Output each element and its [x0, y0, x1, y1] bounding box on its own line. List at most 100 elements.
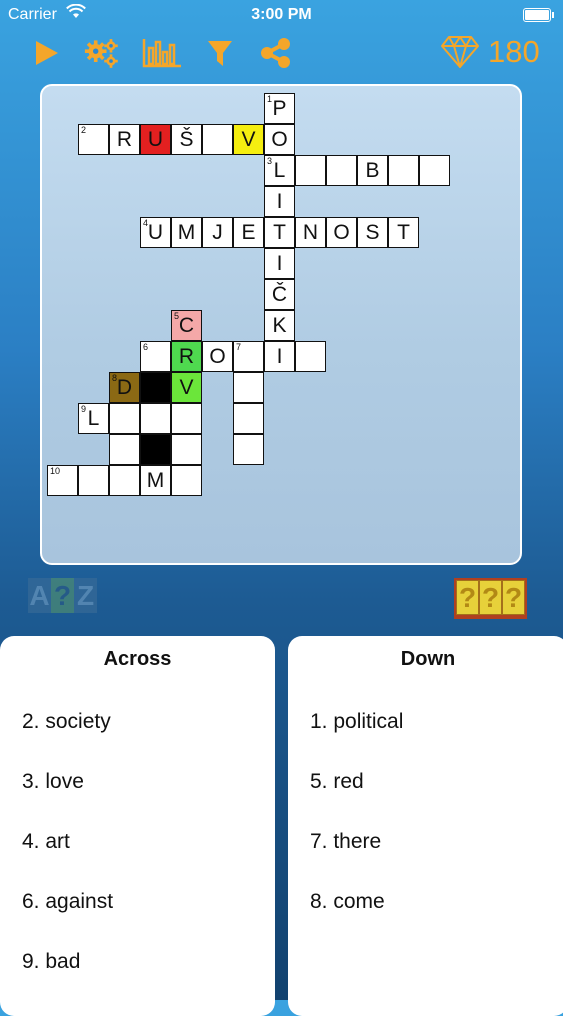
across-clues-panel: Across 2. society 3. love 4. art 6. agai…	[0, 636, 275, 1016]
across-clue-item[interactable]: 2. society	[22, 710, 113, 770]
crossword-cell[interactable]: R	[171, 341, 202, 372]
cell-letter: D	[116, 375, 133, 399]
crossword-cell[interactable]	[295, 155, 326, 186]
crossword-cell[interactable]: V	[233, 124, 264, 155]
crossword-cell[interactable]: V	[171, 372, 202, 403]
crossword-cell[interactable]	[171, 465, 202, 496]
crossword-cell[interactable]	[109, 403, 140, 434]
cell-letter: O	[333, 220, 350, 244]
cell-letter: R	[178, 344, 195, 368]
crossword-cell[interactable]: 4U	[140, 217, 171, 248]
cell-letter: T	[273, 220, 286, 244]
crossword-cell[interactable]	[140, 372, 171, 403]
cell-letter: J	[212, 220, 223, 244]
across-clue-item[interactable]: 4. art	[22, 830, 113, 890]
crossword-cell[interactable]: 10	[47, 465, 78, 496]
crossword-cell[interactable]	[140, 403, 171, 434]
cell-letter: O	[209, 344, 226, 368]
score-value: 180	[488, 34, 540, 69]
cell-letter: T	[397, 220, 410, 244]
crossword-cell[interactable]	[388, 155, 419, 186]
crossword-cell[interactable]: N	[295, 217, 326, 248]
cell-letter: C	[178, 313, 195, 337]
crossword-cell[interactable]	[202, 124, 233, 155]
crossword-cell[interactable]	[233, 403, 264, 434]
crossword-cell[interactable]	[233, 434, 264, 465]
crossword-cell[interactable]	[295, 341, 326, 372]
crossword-cell[interactable]	[419, 155, 450, 186]
crossword-cell[interactable]: 7	[233, 341, 264, 372]
play-icon[interactable]	[28, 36, 64, 70]
cell-letter: V	[241, 127, 256, 151]
crossword-cell[interactable]	[171, 403, 202, 434]
crossword-cell[interactable]: T	[264, 217, 295, 248]
crossword-cell[interactable]: K	[264, 310, 295, 341]
crossword-cell[interactable]	[171, 434, 202, 465]
crossword-cell[interactable]	[109, 465, 140, 496]
down-clue-item[interactable]: 7. there	[310, 830, 403, 890]
crossword-cell[interactable]: U	[140, 124, 171, 155]
crossword-cell[interactable]: 6	[140, 341, 171, 372]
down-clue-item[interactable]: 8. come	[310, 890, 403, 950]
cell-letter: Š	[179, 127, 194, 151]
cell-number: 3	[267, 156, 273, 166]
crossword-cell[interactable]	[78, 465, 109, 496]
crossword-cell[interactable]: I	[264, 341, 295, 372]
down-clue-item[interactable]: 1. political	[310, 710, 403, 770]
cell-letter: U	[147, 127, 164, 151]
across-clue-item[interactable]: 9. bad	[22, 950, 113, 1010]
stats-chart-icon[interactable]	[141, 36, 183, 70]
crossword-cell[interactable]: M	[140, 465, 171, 496]
crossword-cell[interactable]: S	[357, 217, 388, 248]
crossword-cell[interactable]: O	[326, 217, 357, 248]
hint-letter-a: A	[28, 578, 51, 613]
crossword-cell[interactable]: M	[171, 217, 202, 248]
cell-number: 9	[81, 404, 87, 414]
cell-number: 4	[143, 218, 149, 228]
crossword-cell[interactable]: 2	[78, 124, 109, 155]
crossword-cell[interactable]: B	[357, 155, 388, 186]
cell-number: 1	[267, 94, 273, 104]
down-clue-item[interactable]: 5. red	[310, 770, 403, 830]
cell-letter: S	[365, 220, 380, 244]
hint-letter-z: Z	[74, 578, 97, 613]
crossword-cell[interactable]: I	[264, 186, 295, 217]
cell-letter: P	[272, 96, 287, 120]
reveal-alphabet-button[interactable]: A ? Z	[28, 578, 97, 615]
cell-number: 5	[174, 311, 180, 321]
cell-letter: E	[241, 220, 256, 244]
share-icon[interactable]	[258, 36, 294, 70]
filter-icon[interactable]	[202, 36, 238, 70]
crossword-cell[interactable]: E	[233, 217, 264, 248]
crossword-cell[interactable]: T	[388, 217, 419, 248]
down-clues-panel: Down 1. political 5. red 7. there 8. com…	[288, 636, 563, 1016]
cell-number: 7	[236, 342, 242, 352]
crossword-cell[interactable]: J	[202, 217, 233, 248]
hint-question-3: ?	[502, 580, 525, 615]
settings-gears-icon[interactable]	[84, 36, 120, 70]
crossword-cell[interactable]: 8D	[109, 372, 140, 403]
crossword-cell[interactable]	[109, 434, 140, 465]
cell-letter: V	[179, 375, 194, 399]
crossword-cell[interactable]: 9L	[78, 403, 109, 434]
crossword-cell[interactable]	[233, 372, 264, 403]
crossword-cell[interactable]: I	[264, 248, 295, 279]
across-title: Across	[103, 648, 172, 670]
cell-number: 2	[81, 125, 87, 135]
crossword-cell[interactable]: O	[264, 124, 295, 155]
across-clue-item[interactable]: 6. against	[22, 890, 113, 950]
crossword-cell[interactable]: R	[109, 124, 140, 155]
crossword-cell[interactable]: 5C	[171, 310, 202, 341]
battery-icon	[523, 8, 554, 22]
crossword-cell[interactable]: 1P	[264, 93, 295, 124]
across-clue-item[interactable]: 3. love	[22, 770, 113, 830]
crossword-board: 1 P 2 R U Š V O 3 L B I 4 U M J E T N O S T I Č 5 C K 6 R O 7 I 8 D V 9 L 10 M	[40, 84, 522, 565]
crossword-cell[interactable]: 3L	[264, 155, 295, 186]
crossword-cell[interactable]: Č	[264, 279, 295, 310]
crossword-cell[interactable]: O	[202, 341, 233, 372]
reveal-word-button[interactable]: ? ? ?	[454, 578, 527, 619]
crossword-cell[interactable]: Š	[171, 124, 202, 155]
crossword-cell[interactable]	[326, 155, 357, 186]
crossword-cell[interactable]	[140, 434, 171, 465]
cell-letter: I	[276, 251, 283, 275]
